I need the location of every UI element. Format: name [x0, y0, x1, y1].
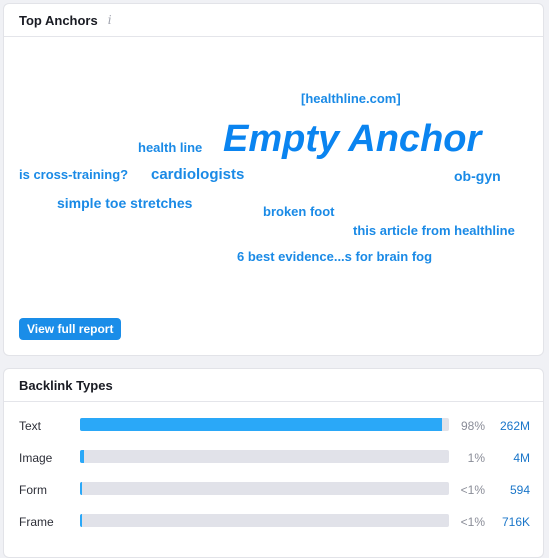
backlink-types-card: Backlink Types Text 98% 262M Image 1% 4M… [3, 368, 544, 558]
backlink-types-list: Text 98% 262M Image 1% 4M Form <1% 594 F… [4, 413, 543, 541]
anchor-word[interactable]: this article from healthline [353, 224, 515, 237]
anchor-word[interactable]: Empty Anchor [223, 120, 481, 158]
backlink-type-row: Image 1% 4M [4, 445, 543, 477]
backlink-type-row: Form <1% 594 [4, 477, 543, 509]
backlink-type-count[interactable]: 594 [510, 483, 530, 497]
backlink-type-label: Text [19, 419, 42, 433]
backlink-types-header: Backlink Types [4, 369, 543, 402]
top-anchors-card: Top Anchors i [healthline.com] Empty Anc… [3, 3, 544, 356]
backlink-type-bar-fill [80, 418, 442, 431]
backlink-type-label: Image [19, 451, 53, 465]
backlink-type-percent: 98% [460, 419, 485, 433]
info-icon[interactable]: i [108, 13, 112, 27]
backlink-type-percent: 1% [467, 451, 485, 465]
backlink-type-label: Form [19, 483, 47, 497]
anchor-word[interactable]: health line [138, 141, 202, 154]
backlink-type-percent: <1% [460, 483, 485, 497]
view-full-report-button[interactable]: View full report [19, 318, 122, 340]
anchor-word[interactable]: 6 best evidence...s for brain fog [237, 250, 432, 263]
anchor-word[interactable]: is cross-training? [19, 168, 128, 181]
backlink-type-bar-track [80, 482, 449, 495]
anchor-word[interactable]: simple toe stretches [57, 196, 192, 210]
anchor-word[interactable]: ob-gyn [454, 169, 501, 183]
backlink-type-bar-fill [80, 450, 84, 463]
backlink-type-percent: <1% [460, 515, 485, 529]
anchor-word[interactable]: [healthline.com] [301, 92, 401, 105]
backlink-type-bar-track [80, 450, 449, 463]
backlink-types-title: Backlink Types [19, 377, 113, 393]
backlink-type-count[interactable]: 262M [500, 419, 530, 433]
top-anchors-header: Top Anchors i [4, 4, 543, 37]
backlink-type-label: Frame [19, 515, 54, 529]
anchor-word[interactable]: cardiologists [151, 167, 244, 182]
backlink-type-bar-fill [80, 514, 83, 527]
backlink-type-bar-fill [80, 482, 83, 495]
anchor-word-cloud: [healthline.com] Empty Anchor health lin… [4, 38, 543, 298]
backlink-type-bar-track [80, 514, 449, 527]
top-anchors-title: Top Anchors [19, 12, 98, 28]
backlink-type-row: Frame <1% 716K [4, 509, 543, 541]
backlink-type-count[interactable]: 716K [502, 515, 530, 529]
backlink-type-row: Text 98% 262M [4, 413, 543, 445]
backlink-type-bar-track [80, 418, 449, 431]
anchor-word[interactable]: broken foot [263, 205, 335, 218]
backlink-type-count[interactable]: 4M [513, 451, 530, 465]
